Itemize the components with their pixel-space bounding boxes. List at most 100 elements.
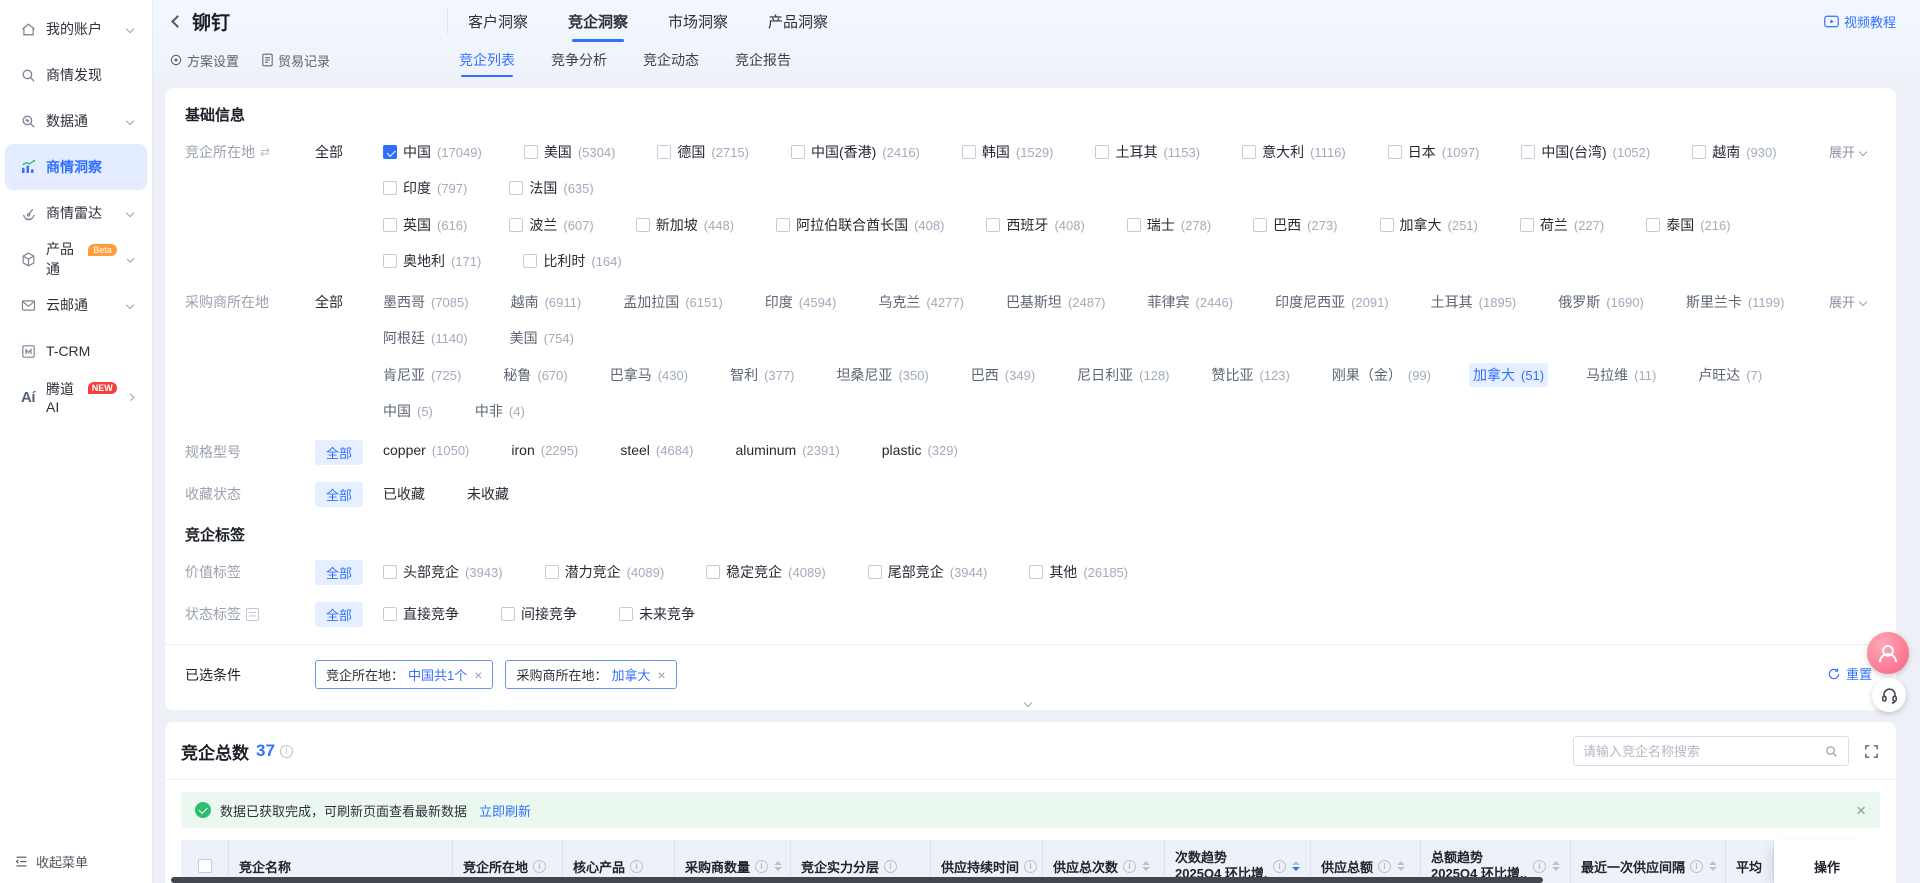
option-checkbox[interactable] xyxy=(509,218,523,232)
close-banner-icon[interactable]: × xyxy=(1856,802,1866,819)
option-checkbox[interactable] xyxy=(868,565,882,579)
option-checkbox[interactable] xyxy=(962,145,976,159)
filter-option[interactable]: 越南(6911) xyxy=(507,290,586,314)
option-checkbox[interactable] xyxy=(523,254,537,268)
filter-option[interactable]: 英国(616) xyxy=(379,213,471,237)
option-checkbox[interactable] xyxy=(383,565,397,579)
filter-option[interactable]: 乌克兰(4277) xyxy=(874,290,968,314)
all-option[interactable]: 全部 xyxy=(315,290,379,312)
tab-product-insight[interactable]: 产品洞察 xyxy=(766,5,830,38)
filter-option[interactable]: 意大利(1116) xyxy=(1238,140,1350,164)
all-option[interactable]: 全部 xyxy=(315,140,379,162)
filter-option[interactable]: 俄罗斯(1690) xyxy=(1554,290,1648,314)
reset-button[interactable]: 重置 xyxy=(1827,664,1872,683)
back-icon[interactable] xyxy=(171,15,184,28)
sidebar-item-mail[interactable]: 云邮通 xyxy=(5,282,147,328)
refresh-now-link[interactable]: 立即刷新 xyxy=(479,801,531,820)
option-checkbox[interactable] xyxy=(545,565,559,579)
option-checkbox[interactable] xyxy=(636,218,650,232)
filter-option[interactable]: 加拿大(51) xyxy=(1469,363,1548,387)
option-checkbox[interactable] xyxy=(791,145,805,159)
filter-option[interactable]: 阿拉伯联合酋长国(408) xyxy=(772,213,948,237)
select-all-checkbox[interactable] xyxy=(198,859,212,873)
search-input[interactable] xyxy=(1583,744,1824,759)
info-icon[interactable] xyxy=(1533,860,1546,873)
sort-icon[interactable] xyxy=(1397,861,1405,871)
option-checkbox[interactable] xyxy=(1242,145,1256,159)
filter-option[interactable]: 中国(5) xyxy=(379,399,437,423)
filter-option[interactable]: 日本(1097) xyxy=(1384,140,1484,164)
option-checkbox[interactable] xyxy=(1095,145,1109,159)
info-icon[interactable] xyxy=(533,860,546,873)
sidebar-item-insight[interactable]: 商情洞察 xyxy=(5,144,147,190)
filter-option[interactable]: 美国(5304) xyxy=(520,140,620,164)
filter-option[interactable]: 美国(754) xyxy=(506,326,578,350)
headset-support-button[interactable] xyxy=(1872,678,1906,712)
filter-option[interactable]: 孟加拉国(6151) xyxy=(619,290,727,314)
option-checkbox[interactable] xyxy=(383,218,397,232)
sort-icon[interactable] xyxy=(774,861,782,871)
filter-option[interactable]: 直接竞争 xyxy=(379,602,463,626)
expand-link[interactable]: 展开 xyxy=(1829,292,1872,311)
option-checkbox[interactable] xyxy=(383,181,397,195)
info-icon[interactable] xyxy=(755,860,768,873)
remove-tag-icon[interactable]: × xyxy=(474,667,482,683)
filter-option[interactable]: aluminum(2391) xyxy=(731,440,843,460)
trade-records-button[interactable]: 贸易记录 xyxy=(261,51,330,70)
option-checkbox[interactable] xyxy=(619,607,633,621)
sidebar-item-data[interactable]: 数据通 xyxy=(5,98,147,144)
option-checkbox[interactable] xyxy=(1388,145,1402,159)
filter-option[interactable]: 头部竞企(3943) xyxy=(379,560,507,584)
tab-competitor-insight[interactable]: 竞企洞察 xyxy=(566,5,630,38)
filter-option[interactable]: 瑞士(278) xyxy=(1123,213,1215,237)
option-checkbox[interactable] xyxy=(706,565,720,579)
option-checkbox[interactable] xyxy=(383,145,397,159)
filter-option[interactable]: 巴拿马(430) xyxy=(606,363,692,387)
filter-option[interactable]: 印度尼西亚(2091) xyxy=(1271,290,1393,314)
filter-option[interactable]: 稳定竞企(4089) xyxy=(702,560,830,584)
filter-option[interactable]: 智利(377) xyxy=(726,363,798,387)
filter-option[interactable]: 法国(635) xyxy=(505,176,597,200)
filter-option[interactable]: 已收藏 xyxy=(379,482,429,506)
filter-option[interactable]: 中国(台湾)(1052) xyxy=(1517,140,1654,164)
all-option-chip[interactable]: 全部 xyxy=(315,602,363,627)
support-avatar-button[interactable] xyxy=(1867,632,1909,674)
search-icon[interactable] xyxy=(1824,744,1839,759)
sidebar-item-tcrm[interactable]: T-CRM xyxy=(5,328,147,374)
option-checkbox[interactable] xyxy=(1520,218,1534,232)
filter-option[interactable]: 荷兰(227) xyxy=(1516,213,1608,237)
filter-option[interactable]: 未收藏 xyxy=(463,482,513,506)
filter-option[interactable]: 比利时(164) xyxy=(519,249,625,273)
collapse-menu-button[interactable]: 收起菜单 xyxy=(14,852,88,871)
option-checkbox[interactable] xyxy=(986,218,1000,232)
filter-option[interactable]: 土耳其(1153) xyxy=(1091,140,1204,164)
filter-option[interactable]: 巴西(273) xyxy=(1249,213,1341,237)
option-checkbox[interactable] xyxy=(1380,218,1394,232)
subtab-competition-analysis[interactable]: 竞争分析 xyxy=(549,44,609,76)
sidebar-item-product[interactable]: 产品通 Beta xyxy=(5,236,147,282)
filter-option[interactable]: 韩国(1529) xyxy=(958,140,1058,164)
filter-option[interactable]: 中国(17049) xyxy=(379,140,486,164)
filter-option[interactable]: 巴基斯坦(2487) xyxy=(1002,290,1110,314)
option-checkbox[interactable] xyxy=(383,254,397,268)
option-checkbox[interactable] xyxy=(1692,145,1706,159)
info-icon[interactable] xyxy=(630,860,643,873)
option-checkbox[interactable] xyxy=(383,607,397,621)
filter-option[interactable]: 马拉维(11) xyxy=(1582,363,1660,387)
filter-option[interactable]: steel(4684) xyxy=(616,440,697,460)
sidebar-item-ai[interactable]: Aí 腾道AI NEW xyxy=(5,374,147,420)
filter-option[interactable]: plastic(329) xyxy=(878,440,962,460)
filter-option[interactable]: 印度(4594) xyxy=(761,290,841,314)
tab-market-insight[interactable]: 市场洞察 xyxy=(666,5,730,38)
filter-option[interactable]: 卢旺达(7) xyxy=(1694,363,1766,387)
all-option-chip[interactable]: 全部 xyxy=(315,482,363,507)
video-tutorial-link[interactable]: 视频教程 xyxy=(1824,12,1896,31)
filter-option[interactable]: 尼日利亚(128) xyxy=(1073,363,1173,387)
sort-icon[interactable] xyxy=(1552,861,1560,871)
sort-icon[interactable] xyxy=(1292,861,1300,871)
filter-option[interactable]: 肯尼亚(725) xyxy=(379,363,465,387)
filter-option[interactable]: 波兰(607) xyxy=(505,213,597,237)
filter-option[interactable]: 西班牙(408) xyxy=(982,213,1088,237)
filter-option[interactable]: 印度(797) xyxy=(379,176,471,200)
filter-option[interactable]: 越南(930) xyxy=(1688,140,1780,164)
